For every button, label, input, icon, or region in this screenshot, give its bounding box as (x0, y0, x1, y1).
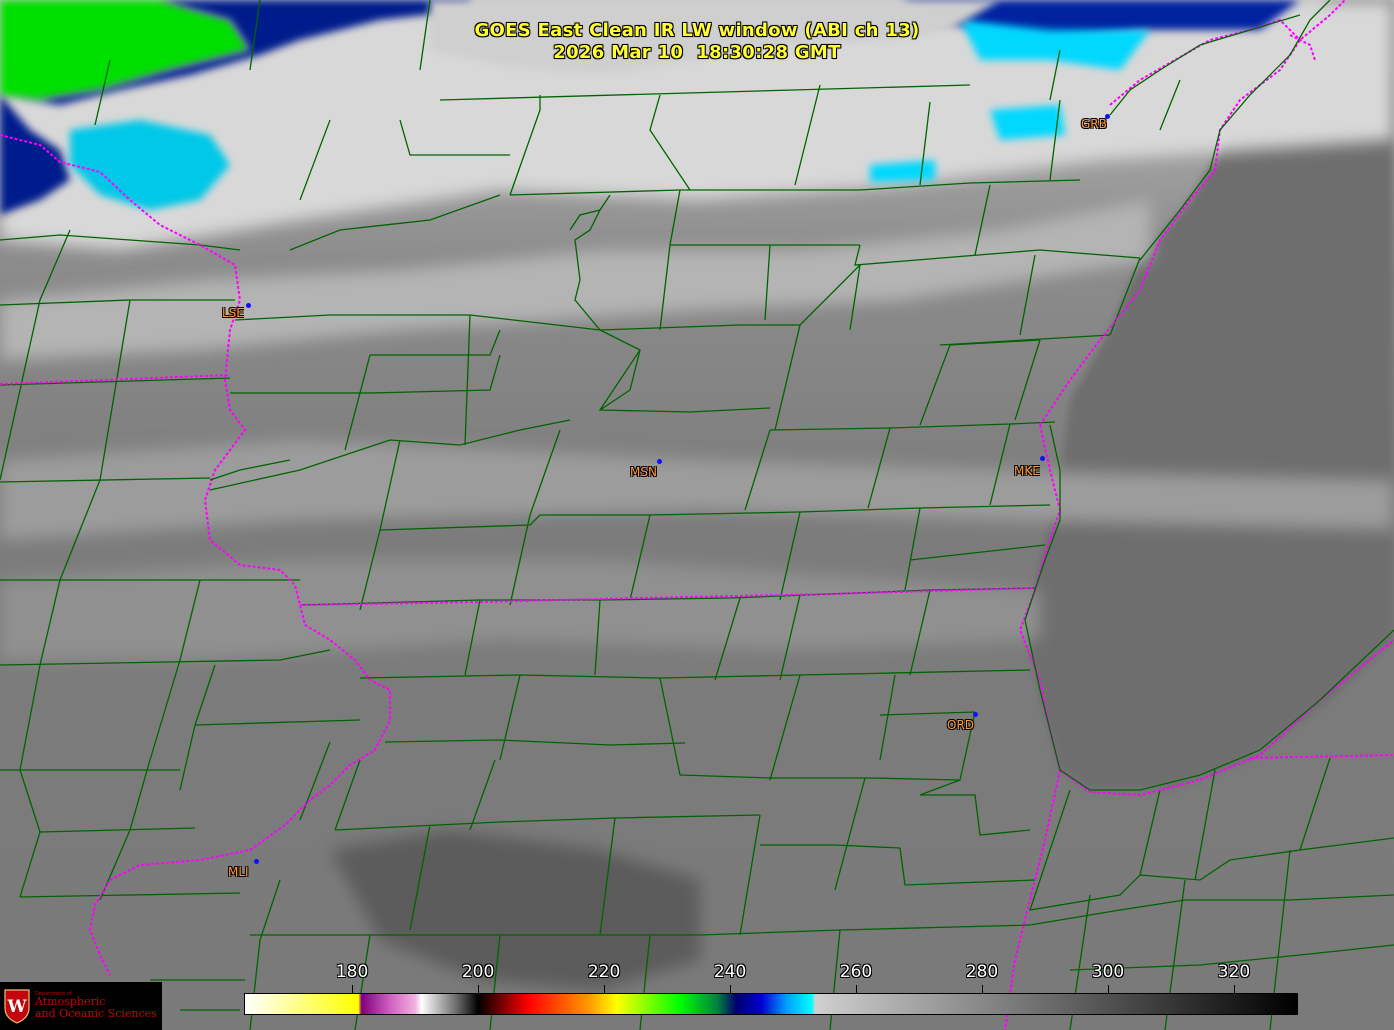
station-dot-lse (246, 303, 251, 308)
station-label-lse[interactable]: LSE (222, 306, 244, 320)
station-dot-msn (657, 459, 662, 464)
colorbar (244, 993, 1298, 1015)
station-label-mli[interactable]: MLI (228, 865, 249, 879)
colorbar-tick-mark (1108, 985, 1110, 993)
colorbar-tick-mark (352, 985, 354, 993)
colorbar-tick-label: 320 (1217, 962, 1251, 982)
svg-text:W: W (6, 997, 27, 1017)
image-title: GOES East Clean IR LW window (ABI ch 13)… (0, 20, 1394, 64)
colorbar-tick-mark (478, 985, 480, 993)
aos-logo[interactable]: W Department of Atmospheric and Oceanic … (0, 982, 162, 1030)
title-line-timestamp: 2026 Mar 10 18:30:28 GMT (553, 42, 841, 63)
colorbar-tick-label: 240 (713, 962, 747, 982)
colorbar-tick-label: 220 (587, 962, 621, 982)
colorbar-tick-mark (604, 985, 606, 993)
station-label-ord[interactable]: ORD (947, 718, 974, 732)
station-dot-mke (1040, 456, 1045, 461)
station-dot-ord (973, 712, 978, 717)
ir-imagery (0, 0, 1394, 1030)
colorbar-tick-mark (982, 985, 984, 993)
colorbar-tick-label: 200 (461, 962, 495, 982)
colorbar-tick-label: 260 (839, 962, 873, 982)
station-label-msn[interactable]: MSN (630, 465, 657, 479)
station-label-grb[interactable]: GRB (1081, 117, 1107, 131)
station-label-mke[interactable]: MKE (1014, 464, 1040, 478)
logo-text: Atmospheric and Oceanic Sciences (35, 996, 157, 1020)
title-line-product: GOES East Clean IR LW window (ABI ch 13) (474, 20, 920, 41)
colorbar-tick-label: 300 (1091, 962, 1125, 982)
colorbar-tick-mark (1234, 985, 1235, 993)
colorbar-gradient (245, 994, 1297, 1014)
colorbar-tick-label: 280 (965, 962, 999, 982)
satellite-map[interactable]: GOES East Clean IR LW window (ABI ch 13)… (0, 0, 1394, 1030)
colorbar-tick-mark (730, 985, 732, 993)
colorbar-tick-label: 180 (335, 962, 369, 982)
logo-line2: and Oceanic Sciences (35, 1007, 157, 1020)
colorbar-tick-mark (856, 985, 858, 993)
station-dot-mli (254, 859, 259, 864)
uw-crest-icon: W (4, 989, 30, 1024)
